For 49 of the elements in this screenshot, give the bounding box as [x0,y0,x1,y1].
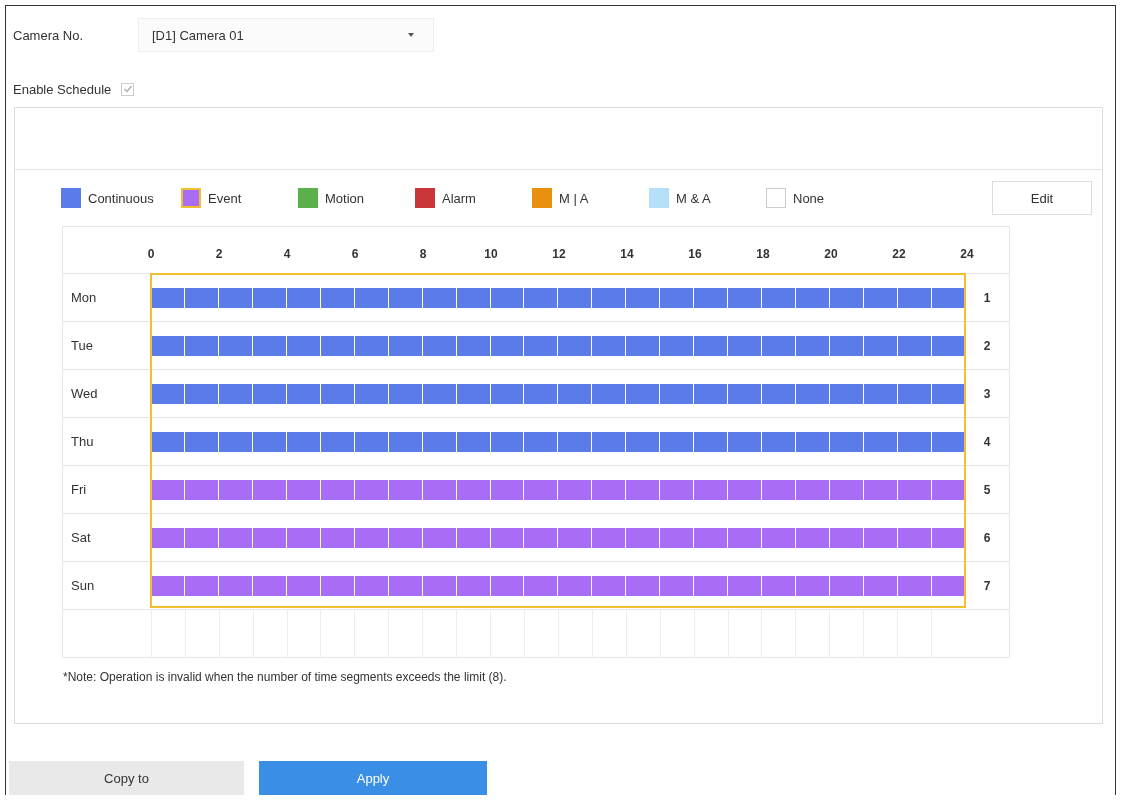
hour-label: 24 [959,247,975,261]
row-number: 6 [983,530,991,545]
legend-item[interactable]: M | A [532,188,649,208]
copy-button[interactable]: Copy to [9,761,244,795]
day-label: Mon [71,290,97,305]
note-text: *Note: Operation is invalid when the number of time segments exceeds the limit (8). [62,669,508,684]
legend-item[interactable]: Event [181,188,298,208]
schedule-bar[interactable] [150,527,966,548]
hour-label: 18 [755,247,771,261]
legend-item[interactable]: Continuous [61,188,181,208]
row-number: 1 [983,290,991,305]
edit-button[interactable]: Edit [992,181,1092,215]
day-label: Sun [71,578,95,593]
hour-label: 4 [282,247,292,261]
row-number: 3 [983,386,991,401]
row-number: 5 [983,482,991,497]
hour-label: 10 [483,247,499,261]
camera-label: Camera No. [13,27,85,43]
row-number: 4 [983,434,991,449]
hour-label: 8 [418,247,428,261]
legend-item[interactable]: M & A [649,188,766,208]
day-label: Thu [71,434,94,449]
hour-label: 0 [146,247,156,261]
hour-label: 20 [823,247,839,261]
day-label: Wed [71,386,98,401]
camera-dropdown[interactable]: [D1] Camera 01 [138,18,434,52]
schedule-bar[interactable] [150,479,966,500]
day-label: Sat [71,530,91,545]
row-number: 2 [983,338,991,353]
hour-label: 6 [350,247,360,261]
schedule-bar[interactable] [150,335,966,356]
hour-label: 16 [687,247,703,261]
hour-label: 22 [891,247,907,261]
schedule-bar[interactable] [150,575,966,596]
hour-label: 14 [619,247,635,261]
schedule-bar[interactable] [150,383,966,404]
day-label: Fri [71,482,87,497]
caret-icon [408,33,414,37]
legend-item[interactable]: None [766,188,883,208]
schedule-bar[interactable] [150,431,966,452]
enable-schedule-checkbox[interactable] [121,82,135,96]
legend-item[interactable]: Motion [298,188,415,208]
legend-item[interactable]: Alarm [415,188,532,208]
row-number: 7 [983,578,991,593]
schedule-bar[interactable] [150,287,966,308]
hour-label: 2 [214,247,224,261]
enable-schedule-label: Enable Schedule [13,81,112,97]
hour-label: 12 [551,247,567,261]
day-label: Tue [71,338,93,353]
